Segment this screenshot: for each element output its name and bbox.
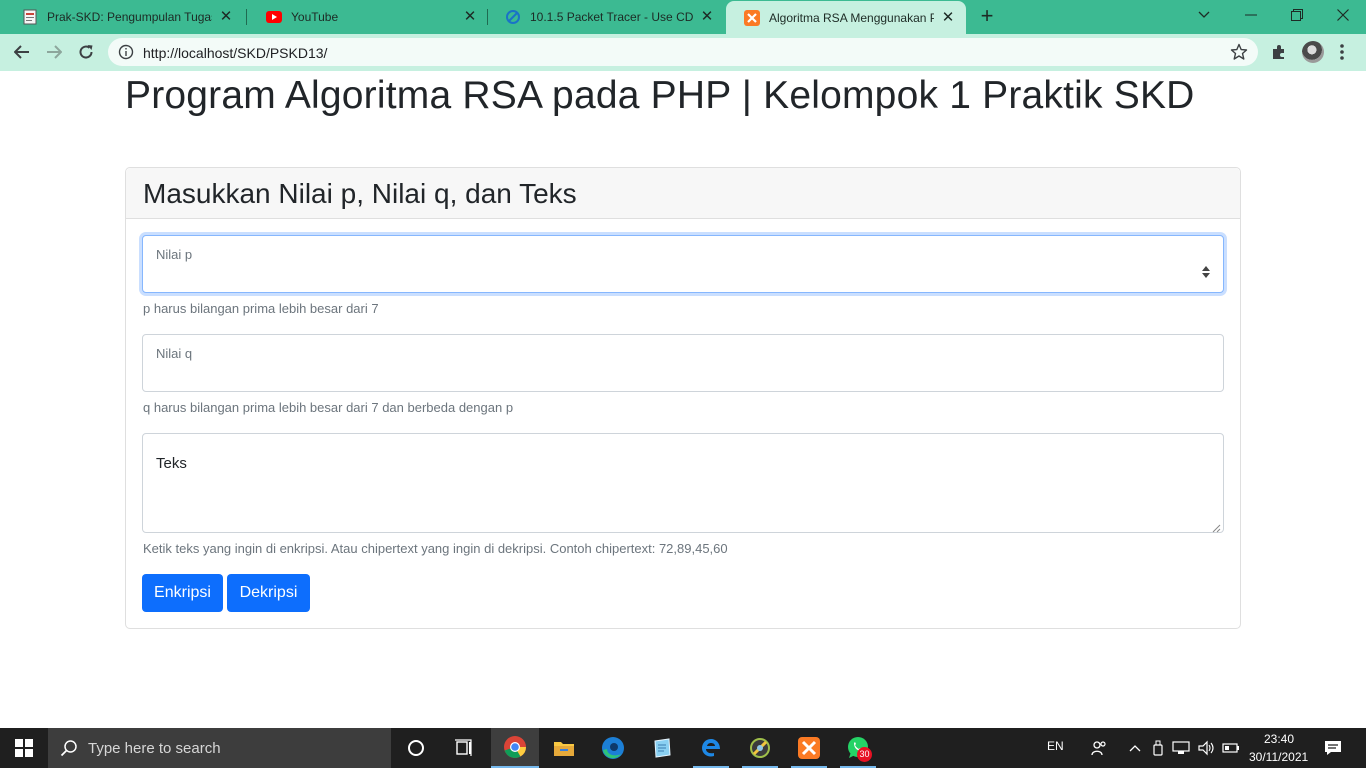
page-title: Program Algoritma RSA pada PHP | Kelompo…: [125, 74, 1195, 117]
tab-title: Prak-SKD: Pengumpulan Tugas T: [47, 10, 212, 24]
card-title: Masukkan Nilai p, Nilai q, dan Teks: [143, 178, 577, 209]
nilai-q-input[interactable]: Nilai q: [142, 334, 1224, 392]
forward-arrow-icon[interactable]: [40, 38, 68, 66]
nilai-p-help: p harus bilangan prima lebih besar dari …: [143, 301, 379, 316]
file-explorer-icon[interactable]: [540, 728, 588, 768]
number-spinner-icon[interactable]: [1201, 262, 1211, 282]
rsa-form-card: Masukkan Nilai p, Nilai q, dan Teks Nila…: [125, 167, 1241, 629]
clock-date[interactable]: 30/11/2021: [1249, 750, 1308, 764]
edge-chromium-icon[interactable]: [589, 728, 637, 768]
tab-youtube[interactable]: YouTube ✕: [248, 0, 488, 34]
nilai-p-placeholder: Nilai p: [156, 247, 193, 262]
notepad-icon[interactable]: [638, 728, 686, 768]
bookmark-star-icon[interactable]: [1230, 43, 1248, 61]
network-icon[interactable]: [1170, 728, 1192, 768]
task-view-icon[interactable]: [440, 728, 488, 768]
document-icon: [22, 9, 38, 25]
card-header: Masukkan Nilai p, Nilai q, dan Teks: [126, 168, 1240, 219]
language-indicator[interactable]: EN: [1047, 739, 1064, 753]
restore-icon[interactable]: [1274, 0, 1320, 30]
close-tab-icon[interactable]: ✕: [462, 9, 478, 25]
clock-time[interactable]: 23:40: [1264, 732, 1294, 746]
nilai-q-placeholder: Nilai q: [156, 346, 193, 361]
windows-start-icon[interactable]: [0, 728, 48, 768]
minimize-icon[interactable]: [1228, 0, 1274, 30]
tab-packet-tracer[interactable]: 10.1.5 Packet Tracer - Use CDP to ✕: [487, 0, 725, 34]
tab-algoritma-rsa[interactable]: Algoritma RSA Menggunakan PH ✕: [726, 1, 966, 34]
tray-chevron-up-icon[interactable]: [1124, 728, 1146, 768]
window-close-icon[interactable]: [1320, 0, 1366, 30]
youtube-icon: [266, 9, 282, 25]
whatsapp-icon[interactable]: [834, 728, 882, 768]
teks-value: Teks: [156, 455, 187, 472]
tab-search-chevron-icon[interactable]: [1181, 0, 1227, 30]
taskbar-search-box[interactable]: Type here to search: [48, 728, 391, 768]
reload-icon[interactable]: [72, 38, 100, 66]
close-tab-icon[interactable]: ✕: [218, 9, 234, 25]
dekripsi-button[interactable]: Dekripsi: [227, 574, 310, 612]
resize-grip-icon[interactable]: [1212, 521, 1221, 533]
site-info-icon[interactable]: [118, 44, 134, 60]
whatsapp-unread-badge: 30: [857, 747, 872, 762]
packet-tracer-taskbar-icon[interactable]: [736, 728, 784, 768]
teks-textarea[interactable]: Teks: [142, 433, 1224, 533]
action-center-icon[interactable]: [1318, 728, 1348, 768]
tab-divider: [246, 9, 247, 25]
usb-device-icon[interactable]: [1148, 728, 1168, 768]
edge-legacy-icon[interactable]: [687, 728, 735, 768]
battery-icon[interactable]: [1220, 728, 1242, 768]
url-text[interactable]: http://localhost/SKD/PSKD13/: [143, 45, 327, 61]
menu-kebab-icon[interactable]: [1336, 42, 1348, 62]
search-placeholder: Type here to search: [88, 739, 221, 757]
extensions-puzzle-icon[interactable]: [1270, 43, 1288, 61]
tab-prak-skd[interactable]: Prak-SKD: Pengumpulan Tugas T ✕: [4, 0, 244, 34]
enkripsi-button[interactable]: Enkripsi: [142, 574, 223, 612]
chrome-icon[interactable]: [491, 728, 539, 768]
xampp-icon: [744, 9, 760, 26]
back-arrow-icon[interactable]: [8, 38, 36, 66]
xampp-taskbar-icon[interactable]: [785, 728, 833, 768]
profile-avatar[interactable]: [1302, 41, 1324, 63]
tab-title: 10.1.5 Packet Tracer - Use CDP to: [530, 10, 693, 24]
new-tab-plus-icon[interactable]: +: [977, 5, 997, 27]
volume-icon[interactable]: [1195, 728, 1219, 768]
tab-title: YouTube: [291, 10, 339, 24]
people-icon[interactable]: [1086, 728, 1112, 768]
search-icon: [60, 739, 78, 757]
nilai-p-input[interactable]: Nilai p: [142, 235, 1224, 293]
packet-tracer-icon: [505, 9, 521, 25]
teks-help: Ketik teks yang ingin di enkripsi. Atau …: [143, 541, 728, 556]
tab-title: Algoritma RSA Menggunakan PH: [769, 10, 934, 25]
nilai-q-help: q harus bilangan prima lebih besar dari …: [143, 400, 514, 415]
close-tab-icon[interactable]: ✕: [699, 9, 715, 25]
cortana-icon[interactable]: [392, 728, 440, 768]
close-tab-icon[interactable]: ✕: [940, 9, 956, 26]
